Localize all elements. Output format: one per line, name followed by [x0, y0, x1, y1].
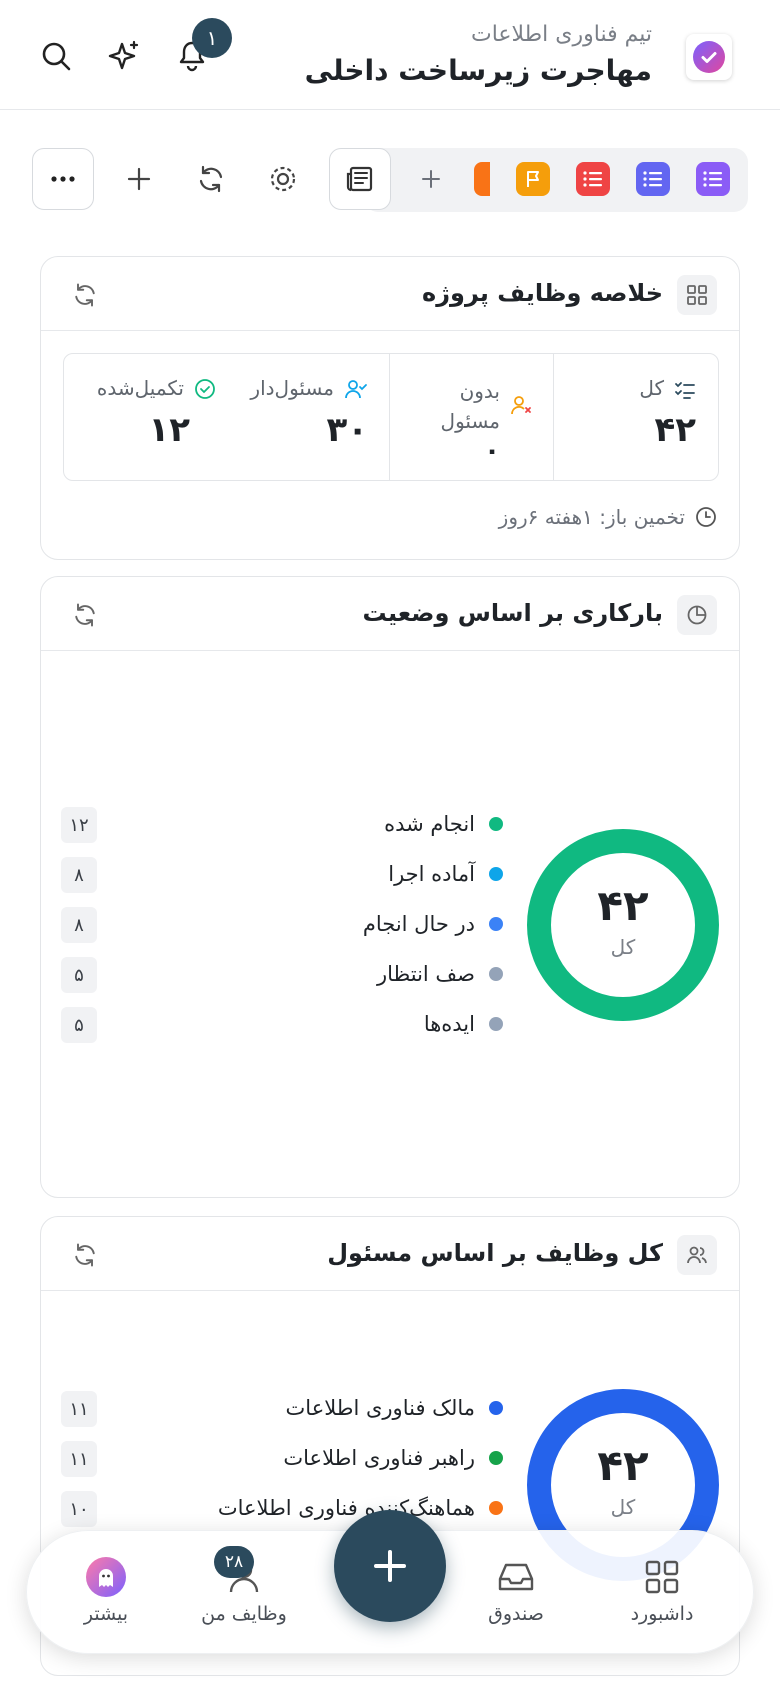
refresh-icon[interactable]: [180, 148, 242, 210]
workload-status-card: بارکاری بر اساس وضعیت ۴۲ کل انجام شده ۱۲…: [40, 576, 740, 1198]
users-icon: [677, 1235, 717, 1275]
legend-item[interactable]: راهبر فناوری اطلاعات: [283, 1443, 503, 1473]
legend-item[interactable]: در حال انجام: [363, 909, 503, 939]
check-circle-icon: [195, 379, 215, 399]
stat-completed-value: ۱۲: [148, 410, 190, 450]
pie-chart-icon: [677, 595, 717, 635]
search-icon[interactable]: [34, 34, 78, 78]
legend-item[interactable]: آماده اجرا: [388, 859, 503, 889]
assignee-total: ۴۲: [597, 1441, 649, 1490]
nav-more-label: بیشتر: [83, 1603, 129, 1625]
status-donut-center: ۴۲ کل: [527, 881, 719, 960]
workload-status-header: بارکاری بر اساس وضعیت: [41, 577, 739, 651]
stat-total-label: کل: [639, 376, 664, 400]
notification-badge: ۱: [192, 18, 232, 58]
plus-icon: [374, 1550, 406, 1582]
list-view-purple-icon[interactable]: [696, 162, 730, 196]
list-view-indigo-icon[interactable]: [636, 162, 670, 196]
nav-dashboard[interactable]: داشبورد: [607, 1557, 717, 1625]
assignee-total-label: کل: [610, 1495, 636, 1519]
checklist-icon: [675, 382, 695, 399]
estimate-text: تخمین باز: ۱هفته ۶روز: [498, 505, 685, 529]
nav-dashboard-label: داشبورد: [630, 1603, 694, 1625]
stat-total[interactable]: کل ۴۲: [554, 354, 718, 480]
assignee-donut-center: ۴۲ کل: [527, 1441, 719, 1520]
project-title[interactable]: مهاجرت زیرساخت داخلی: [305, 54, 652, 87]
status-total-label: کل: [610, 935, 636, 959]
stat-completed-label: تکمیل‌شده: [96, 376, 184, 400]
refresh-icon[interactable]: [67, 277, 103, 313]
nav-inbox-label: صندوق: [488, 1603, 544, 1625]
nav-my-tasks-label: وظایف من: [201, 1603, 287, 1625]
legend-count: ۵: [61, 957, 97, 993]
user-check-icon: [345, 380, 367, 399]
summary-title: خلاصه وظایف پروژه: [422, 279, 663, 307]
flag-icon[interactable]: [516, 162, 550, 196]
stat-assigned-label: مسئول‌دار: [250, 376, 334, 400]
stat-assigned-value: ۳۰: [326, 410, 368, 450]
stat-unassigned[interactable]: بدون مسئول ۰: [390, 354, 552, 480]
newspaper-icon[interactable]: [329, 148, 391, 210]
avatar: [86, 1557, 126, 1597]
my-tasks-count-badge: ۲۸: [214, 1546, 254, 1578]
more-icon[interactable]: [32, 148, 94, 210]
stat-completed[interactable]: تکمیل‌شده ۱۲: [62, 354, 224, 480]
summary-card: خلاصه وظایف پروژه کل ۴۲ بدون مسئول ۰ مسئ…: [40, 256, 740, 560]
user-x-icon: [511, 396, 531, 415]
refresh-icon[interactable]: [67, 1237, 103, 1273]
workload-status-title: بارکاری بر اساس وضعیت: [362, 599, 663, 627]
stat-unassigned-label: بدون مسئول: [440, 379, 500, 433]
dashboard-icon: [607, 1557, 717, 1597]
legend-count: ۸: [61, 907, 97, 943]
legend-item[interactable]: صف انتظار: [377, 959, 503, 989]
inbox-icon: [461, 1557, 571, 1597]
status-total: ۴۲: [597, 881, 649, 930]
list-view-red-icon[interactable]: [576, 162, 610, 196]
legend-count: ۱۱: [61, 1441, 97, 1477]
stat-total-value: ۴۲: [654, 410, 696, 450]
app-logo-icon[interactable]: [686, 34, 732, 80]
summary-stats: کل ۴۲ بدون مسئول ۰ مسئول‌دار ۳۰ تکمیل‌شد…: [63, 353, 719, 481]
open-estimate: تخمین باز: ۱هفته ۶روز: [499, 505, 717, 529]
settings-icon[interactable]: [252, 148, 314, 210]
legend-item[interactable]: مالک فناوری اطلاعات: [286, 1393, 503, 1423]
refresh-icon[interactable]: [67, 597, 103, 633]
top-header: تیم فناوری اطلاعات مهاجرت زیرساخت داخلی …: [0, 0, 780, 110]
ghost-icon: [99, 1569, 113, 1587]
stat-assigned[interactable]: مسئول‌دار ۳۰: [224, 354, 388, 480]
legend-count: ۵: [61, 1007, 97, 1043]
nav-inbox[interactable]: صندوق: [461, 1557, 571, 1625]
legend-count: ۸: [61, 857, 97, 893]
nav-more[interactable]: بیشتر: [51, 1557, 161, 1625]
sparkles-icon[interactable]: [102, 34, 146, 78]
legend-count: ۱۰: [61, 1491, 97, 1527]
team-name: تیم فناوری اطلاعات: [470, 22, 652, 47]
plus-icon[interactable]: [414, 162, 448, 196]
partial-view-icon[interactable]: [474, 162, 490, 196]
legend-count: ۱۱: [61, 1391, 97, 1427]
add-task-button[interactable]: [334, 1510, 446, 1622]
tasks-by-assignee-header: کل وظایف بر اساس مسئول: [41, 1217, 739, 1291]
legend-count: ۱۲: [61, 807, 97, 843]
grid-icon: [677, 275, 717, 315]
view-switcher: [364, 148, 748, 212]
summary-card-header: خلاصه وظایف پروژه: [41, 257, 739, 331]
stat-unassigned-value: ۰: [484, 436, 500, 466]
add-icon[interactable]: [108, 148, 170, 210]
legend-item[interactable]: ایده‌ها: [424, 1009, 503, 1039]
legend-item[interactable]: انجام شده: [384, 809, 503, 839]
tasks-by-assignee-title: کل وظایف بر اساس مسئول: [327, 1239, 663, 1267]
clock-icon: [696, 507, 716, 527]
